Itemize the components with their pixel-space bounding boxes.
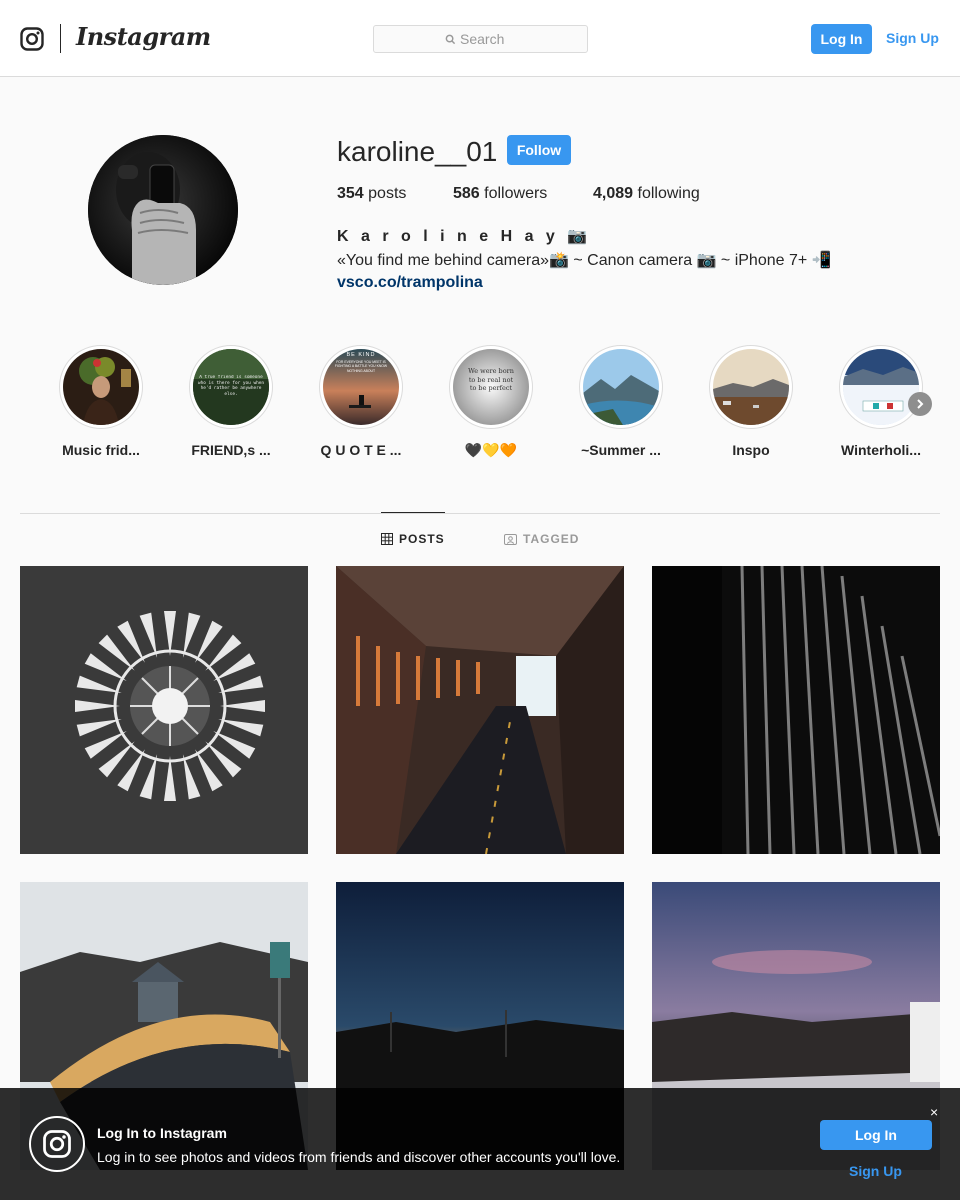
story-highlight[interactable]: ~Summer ... bbox=[571, 345, 671, 458]
highlight-label: ~Summer ... bbox=[581, 442, 661, 458]
posts-label: posts bbox=[368, 185, 407, 202]
profile-website-link[interactable]: vsco.co/trampolina bbox=[337, 274, 483, 292]
friend-quote-text: A true friend is someone who is there fo… bbox=[197, 375, 265, 397]
followers-stat[interactable]: 586 followers bbox=[453, 185, 547, 203]
banner-login-button[interactable]: Log In bbox=[820, 1120, 932, 1150]
story-highlight[interactable]: A true friend is someone who is there fo… bbox=[181, 345, 281, 458]
highlight-label: Inspo bbox=[732, 442, 770, 458]
post-thumbnail[interactable] bbox=[20, 566, 308, 854]
profile-avatar[interactable] bbox=[88, 135, 238, 285]
highlight-ring: BE KIND FOR EVERYONE YOU MEET IS FIGHTIN… bbox=[319, 345, 403, 429]
tab-posts[interactable]: POSTS bbox=[381, 532, 445, 546]
post-thumbnail[interactable] bbox=[652, 566, 940, 854]
tabs-divider bbox=[20, 513, 940, 514]
highlight-cover: We were born to be real not to be perfec… bbox=[453, 349, 529, 425]
highlight-cover bbox=[583, 349, 659, 425]
search-box[interactable] bbox=[373, 25, 588, 53]
posts-count-stat: 354 posts bbox=[337, 185, 406, 203]
highlight-cover bbox=[63, 349, 139, 425]
login-button[interactable]: Log In bbox=[811, 24, 872, 54]
be-kind-text: FOR EVERYONE YOU MEET IS FIGHTING A BATT… bbox=[334, 360, 388, 373]
highlight-label: Winterholi... bbox=[841, 442, 921, 458]
profile-bio: «You find me behind camera»📸 ~ Canon cam… bbox=[337, 252, 832, 269]
tab-tagged[interactable]: TAGGED bbox=[504, 532, 579, 546]
highlight-ring: We were born to be real not to be perfec… bbox=[449, 345, 533, 429]
instagram-camera-icon[interactable] bbox=[20, 27, 44, 51]
following-count: 4,089 bbox=[593, 185, 634, 202]
tagged-person-icon bbox=[504, 534, 517, 545]
highlight-label: Q U O T E ... bbox=[320, 442, 402, 458]
chevron-right-icon bbox=[917, 399, 924, 409]
banner-signup-link[interactable]: Sign Up bbox=[849, 1163, 902, 1179]
logo-divider bbox=[60, 24, 61, 53]
highlight-cover bbox=[713, 349, 789, 425]
highlight-ring: A true friend is someone who is there fo… bbox=[189, 345, 273, 429]
signup-link[interactable]: Sign Up bbox=[886, 30, 939, 46]
instagram-wordmark-logo[interactable]: Instagram bbox=[76, 22, 211, 51]
highlight-cover: BE KIND FOR EVERYONE YOU MEET IS FIGHTIN… bbox=[323, 349, 399, 425]
profile-username: karoline__01 bbox=[337, 136, 498, 167]
story-highlight[interactable]: Inspo bbox=[701, 345, 801, 458]
search-input[interactable] bbox=[460, 31, 516, 47]
story-highlight[interactable]: Music frid... bbox=[51, 345, 151, 458]
instagram-camera-icon bbox=[29, 1116, 85, 1172]
story-highlight[interactable]: We were born to be real not to be perfec… bbox=[441, 345, 541, 459]
banner-description: Log in to see photos and videos from fri… bbox=[97, 1149, 621, 1165]
close-icon[interactable]: × bbox=[930, 1104, 938, 1120]
followers-count: 586 bbox=[453, 185, 480, 202]
tab-posts-label: POSTS bbox=[399, 532, 445, 546]
profile-full-name: K a r o l i n e H a y 📷 bbox=[337, 228, 592, 245]
grid-icon bbox=[381, 533, 393, 545]
post-thumbnail[interactable] bbox=[336, 566, 624, 854]
born-real-text: We were born to be real not to be perfec… bbox=[468, 367, 514, 392]
active-tab-indicator bbox=[381, 512, 445, 513]
banner-title: Log In to Instagram bbox=[97, 1125, 227, 1141]
posts-count: 354 bbox=[337, 185, 364, 202]
be-kind-title: BE KIND bbox=[346, 352, 376, 358]
highlight-label: FRIEND,s ... bbox=[191, 442, 271, 458]
login-banner: Log In to Instagram Log in to see photos… bbox=[0, 1088, 960, 1200]
highlight-label: Music frid... bbox=[62, 442, 140, 458]
followers-label: followers bbox=[484, 185, 548, 202]
highlight-ring bbox=[839, 345, 923, 429]
highlight-cover bbox=[843, 349, 919, 425]
highlight-label: 🖤💛🧡 bbox=[464, 442, 518, 458]
highlight-ring bbox=[709, 345, 793, 429]
tab-tagged-label: TAGGED bbox=[523, 532, 580, 546]
search-icon bbox=[445, 34, 456, 44]
following-stat[interactable]: 4,089 following bbox=[593, 185, 700, 203]
story-highlight[interactable]: BE KIND FOR EVERYONE YOU MEET IS FIGHTIN… bbox=[311, 345, 411, 458]
following-label: following bbox=[637, 185, 700, 202]
highlight-cover: A true friend is someone who is there fo… bbox=[193, 349, 269, 425]
top-navigation-bar: Instagram Log In Sign Up bbox=[0, 0, 960, 77]
highlights-next-button[interactable] bbox=[908, 392, 932, 416]
follow-button[interactable]: Follow bbox=[507, 135, 571, 165]
highlight-ring bbox=[59, 345, 143, 429]
highlight-ring bbox=[579, 345, 663, 429]
